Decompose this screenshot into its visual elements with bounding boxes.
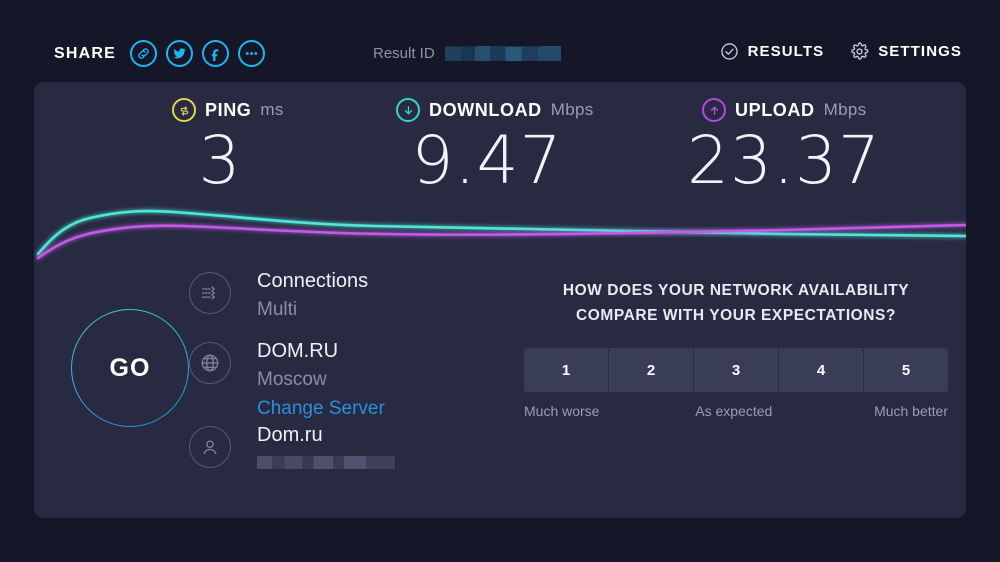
share-group: SHARE [54, 40, 266, 67]
go-button-label: GO [109, 353, 151, 382]
lower-section: GO Connections Multi DOM.RU Moscow Chang… [34, 268, 966, 518]
metric-ping: PING ms 3 [120, 98, 340, 194]
info-row-server: DOM.RU Moscow Change Server [189, 338, 489, 422]
settings-label: SETTINGS [878, 43, 962, 60]
facebook-icon[interactable] [202, 40, 230, 67]
rating-option-3[interactable]: 3 [694, 348, 779, 392]
go-button-wrap: GO [54, 292, 206, 444]
check-circle-icon [720, 42, 739, 61]
survey-question-line2: COMPARE WITH YOUR EXPECTATIONS? [576, 307, 896, 324]
survey: HOW DOES YOUR NETWORK AVAILABILITY COMPA… [524, 278, 948, 419]
connections-title: Connections [257, 270, 369, 292]
upload-arrow-icon [702, 98, 726, 122]
metric-upload-unit: Mbps [823, 100, 867, 119]
settings-button[interactable]: SETTINGS [850, 42, 962, 61]
gear-icon [850, 42, 869, 61]
download-line [36, 209, 966, 256]
server-location: Moscow [257, 369, 327, 390]
metric-upload-header: UPLOAD Mbps [640, 98, 940, 122]
survey-question: HOW DOES YOUR NETWORK AVAILABILITY COMPA… [524, 278, 948, 328]
scale-label-mid: As expected [695, 403, 773, 419]
upload-line [36, 223, 966, 260]
survey-question-line1: HOW DOES YOUR NETWORK AVAILABILITY [562, 282, 910, 299]
metric-download: DOWNLOAD Mbps 9.47 [340, 98, 640, 194]
share-label: SHARE [54, 44, 117, 62]
metric-ping-name: PING [205, 99, 252, 120]
metric-upload: UPLOAD Mbps 23.37 [640, 98, 940, 194]
metric-ping-header: PING ms [120, 98, 340, 122]
metric-download-value: 9.47 [411, 122, 563, 199]
rating-option-5[interactable]: 5 [864, 348, 948, 392]
survey-scale-labels: Much worse As expected Much better [524, 403, 948, 419]
change-server-link[interactable]: Change Server [257, 396, 489, 422]
more-icon[interactable] [238, 40, 266, 67]
rating-option-4[interactable]: 4 [779, 348, 864, 392]
person-icon [189, 426, 231, 468]
metric-download-unit: Mbps [550, 100, 594, 119]
client-ip-redacted [257, 456, 395, 469]
client-isp: Dom.ru [257, 424, 323, 446]
connection-info-list: Connections Multi DOM.RU Moscow Change S… [189, 268, 489, 492]
download-arrow-icon [396, 98, 420, 122]
twitter-icon[interactable] [166, 40, 194, 67]
server-name: DOM.RU [257, 340, 339, 362]
rating-option-2[interactable]: 2 [609, 348, 694, 392]
metric-ping-unit: ms [260, 100, 284, 119]
link-icon[interactable] [130, 40, 158, 67]
metric-download-name: DOWNLOAD [429, 99, 542, 120]
info-row-connections: Connections Multi [189, 268, 489, 338]
info-row-client: Dom.ru [189, 422, 489, 492]
results-button[interactable]: RESULTS [720, 42, 825, 61]
scale-label-high: Much better [874, 403, 948, 419]
metric-download-header: DOWNLOAD Mbps [340, 98, 640, 122]
globe-icon [189, 342, 231, 384]
scale-label-low: Much worse [524, 403, 600, 419]
result-id-label: Result ID [373, 45, 435, 62]
metric-upload-value: 23.37 [687, 122, 881, 199]
connections-subtitle: Multi [257, 299, 298, 320]
speed-graph-svg [36, 209, 966, 260]
ping-icon [172, 98, 196, 122]
connections-icon [189, 272, 231, 314]
rating-option-1[interactable]: 1 [524, 348, 609, 392]
metric-upload-name: UPLOAD [735, 99, 815, 120]
speedtest-result-panel: PING ms 3 DOWNLOAD Mbps 9.47 UPLOAD Mbps… [34, 82, 966, 518]
topbar-actions: RESULTS SETTINGS [720, 42, 962, 61]
top-bar: SHARE Result ID RESULTS SETTINGS [0, 0, 1000, 82]
speed-graph [34, 200, 966, 268]
result-id-value-redacted [444, 46, 561, 61]
result-id: Result ID [373, 45, 561, 62]
metric-ping-value: 3 [198, 122, 242, 199]
metrics-row: PING ms 3 DOWNLOAD Mbps 9.47 UPLOAD Mbps… [34, 82, 966, 202]
survey-rating-scale: 1 2 3 4 5 [524, 348, 948, 392]
go-button[interactable]: GO [71, 309, 189, 427]
results-label: RESULTS [747, 43, 825, 60]
